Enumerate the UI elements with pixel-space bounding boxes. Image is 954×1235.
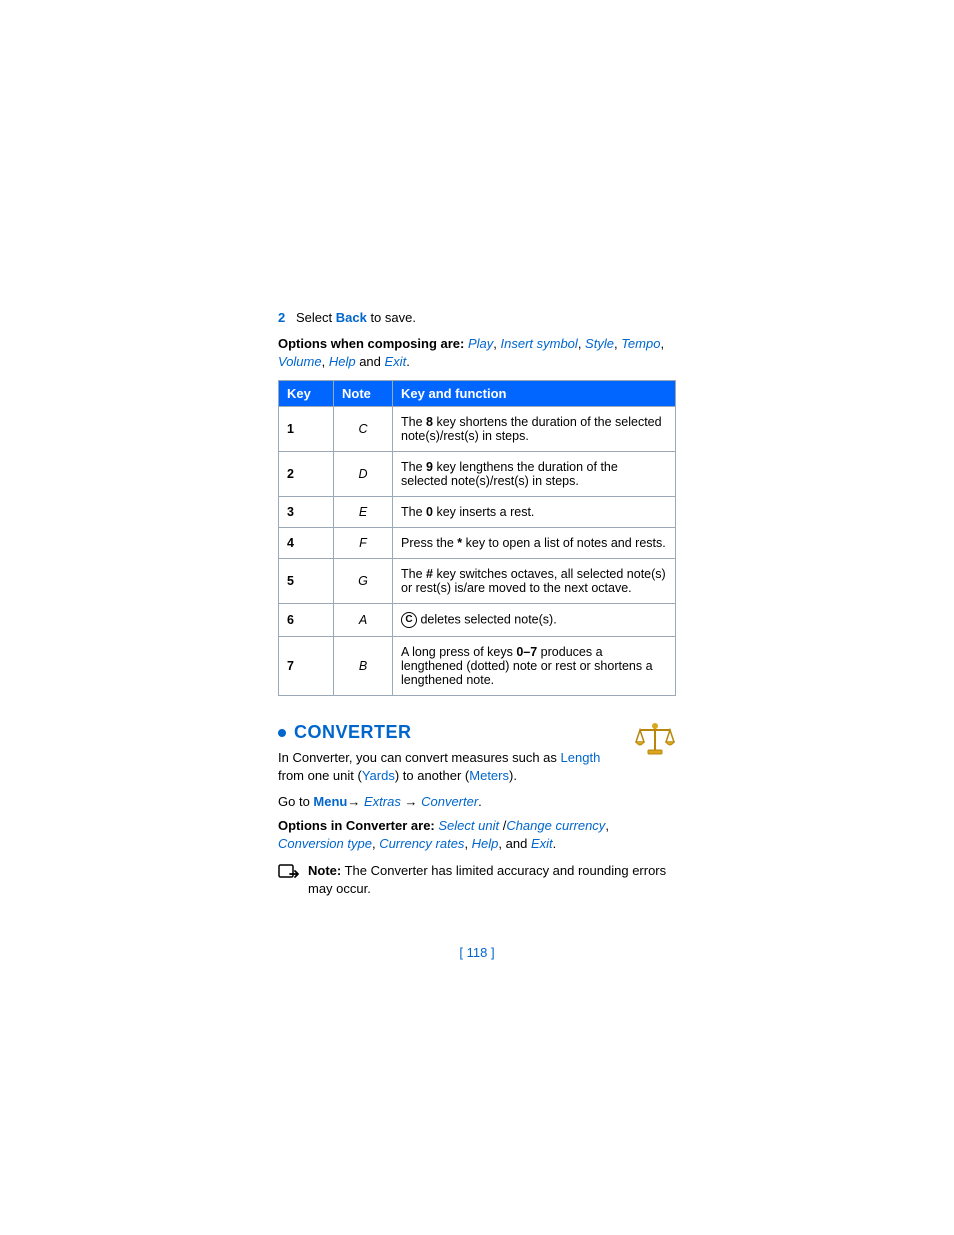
converter-section: CONVERTER In Converter, you can convert … <box>278 722 676 794</box>
converter-link[interactable]: Converter <box>421 794 478 809</box>
opt-help[interactable]: Help <box>329 354 356 369</box>
extras-link[interactable]: Extras <box>364 794 401 809</box>
page-number: [ 118 ] <box>278 945 676 960</box>
section-header: CONVERTER <box>278 722 626 743</box>
note-icon <box>278 864 300 884</box>
c-key-icon: C <box>401 612 417 628</box>
func-cell: The 9 key lengthens the duration of the … <box>393 452 676 497</box>
opt-currency-rates[interactable]: Currency rates <box>379 836 464 851</box>
table-row: 3 E The 0 key inserts a rest. <box>279 497 676 528</box>
table-row: 7 B A long press of keys 0–7 produces a … <box>279 637 676 696</box>
opt-style[interactable]: Style <box>585 336 614 351</box>
goto-nav: Go to Menu→ Extras → Converter. <box>278 794 676 809</box>
opt-change-currency[interactable]: Change currency <box>506 818 605 833</box>
func-cell: The # key switches octaves, all selected… <box>393 559 676 604</box>
opt-exit[interactable]: Exit <box>385 354 407 369</box>
back-link[interactable]: Back <box>336 310 367 325</box>
section-title: CONVERTER <box>294 722 412 743</box>
opt-play[interactable]: Play <box>468 336 493 351</box>
note-callout: Note: The Converter has limited accuracy… <box>278 862 676 897</box>
composing-options: Options when composing are: Play, Insert… <box>278 335 676 370</box>
menu-link[interactable]: Menu <box>313 794 347 809</box>
opt-insert-symbol[interactable]: Insert symbol <box>501 336 578 351</box>
func-cell: C deletes selected note(s). <box>393 604 676 637</box>
th-note: Note <box>334 381 393 407</box>
balance-scale-icon <box>634 722 676 756</box>
opt-exit-2[interactable]: Exit <box>531 836 553 851</box>
link-length[interactable]: Length <box>561 750 601 765</box>
step-line: 2 Select Back to save. <box>278 310 676 325</box>
opt-volume[interactable]: Volume <box>278 354 322 369</box>
link-meters[interactable]: Meters <box>469 768 509 783</box>
table-header-row: Key Note Key and function <box>279 381 676 407</box>
th-key: Key <box>279 381 334 407</box>
bullet-icon <box>278 729 286 737</box>
step-text: Select Back to save. <box>296 310 416 325</box>
func-cell: Press the * key to open a list of notes … <box>393 528 676 559</box>
note-text: Note: The Converter has limited accuracy… <box>308 862 676 897</box>
func-cell: The 0 key inserts a rest. <box>393 497 676 528</box>
step-number: 2 <box>278 310 296 325</box>
converter-options: Options in Converter are: Select unit /C… <box>278 817 676 852</box>
opt-help-2[interactable]: Help <box>472 836 499 851</box>
opt-tempo[interactable]: Tempo <box>621 336 660 351</box>
table-row: 4 F Press the * key to open a list of no… <box>279 528 676 559</box>
func-cell: A long press of keys 0–7 produces a leng… <box>393 637 676 696</box>
table-row: 1 C The 8 key shortens the duration of t… <box>279 407 676 452</box>
opt-conversion-type[interactable]: Conversion type <box>278 836 372 851</box>
table-row: 6 A C deletes selected note(s). <box>279 604 676 637</box>
th-function: Key and function <box>393 381 676 407</box>
table-row: 2 D The 9 key lengthens the duration of … <box>279 452 676 497</box>
link-yards[interactable]: Yards <box>362 768 395 783</box>
converter-desc: In Converter, you can convert measures s… <box>278 749 626 784</box>
table-row: 5 G The # key switches octaves, all sele… <box>279 559 676 604</box>
func-cell: The 8 key shortens the duration of the s… <box>393 407 676 452</box>
key-function-table: Key Note Key and function 1 C The 8 key … <box>278 380 676 696</box>
opt-select-unit[interactable]: Select unit <box>438 818 499 833</box>
